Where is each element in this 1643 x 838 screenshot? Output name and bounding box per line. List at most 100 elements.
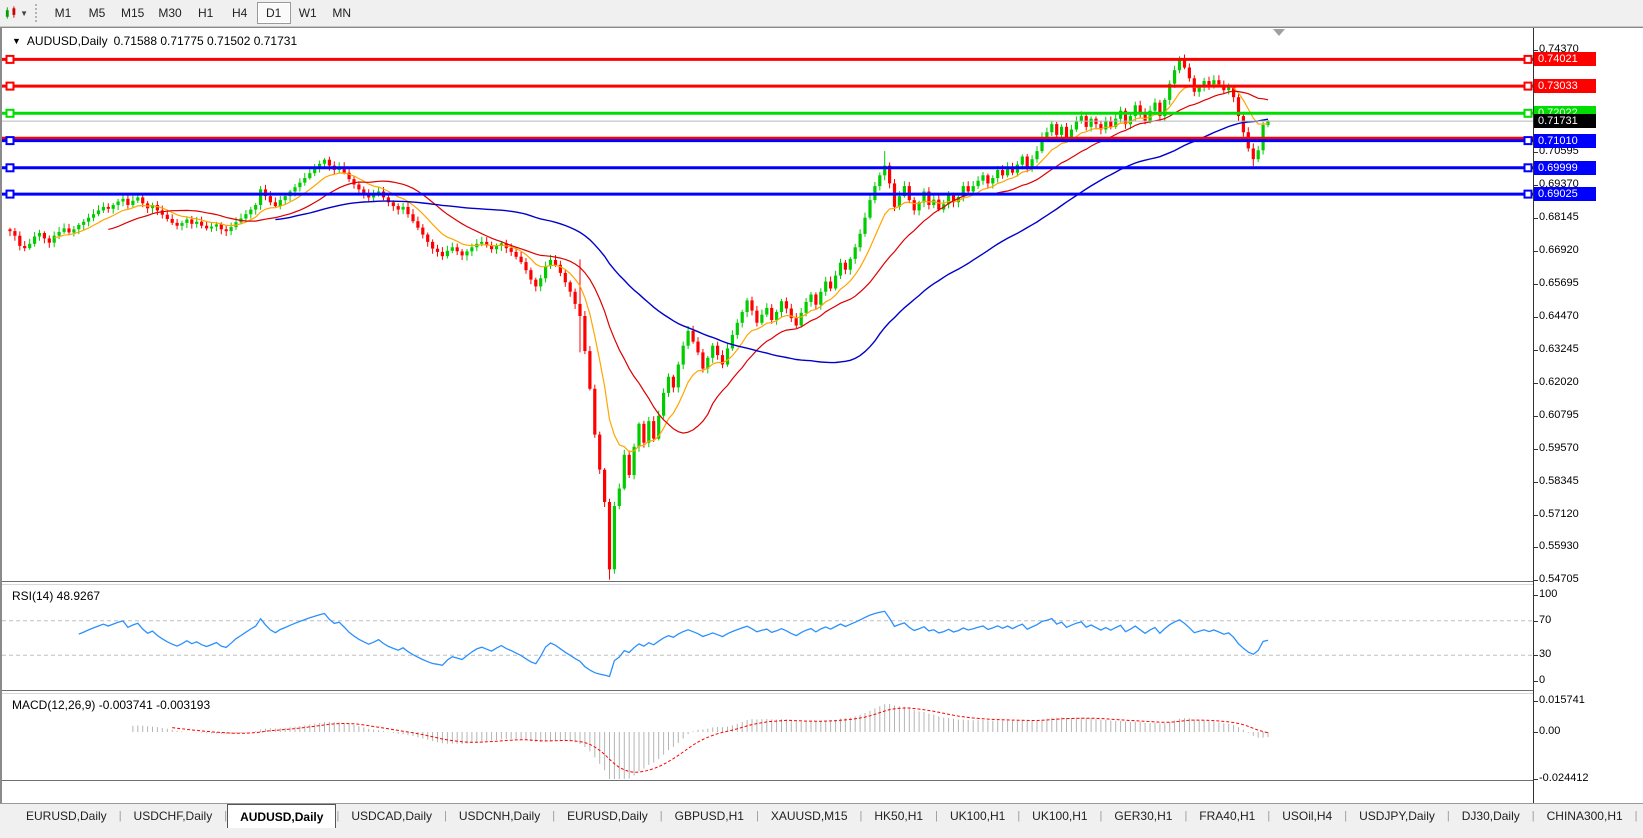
chart-tab-audusd-daily[interactable]: AUDUSD,Daily <box>227 804 337 828</box>
hline-price-badge: 0.73033 <box>1534 79 1596 93</box>
hline-handle[interactable] <box>5 163 15 173</box>
chart-tab-uk100-h1[interactable]: UK100,H1 <box>938 804 1017 828</box>
price-tick-label: 0.60795 <box>1539 409 1579 421</box>
axis-tickmark <box>1533 383 1538 384</box>
chart-tab-xauusd-m15[interactable]: XAUUSD,M15 <box>759 804 860 828</box>
timeframe-toolbar: ▼ M1 M5 M15 M30 H1 H4 D1 W1 MN <box>0 0 1643 27</box>
axis-tickmark <box>1533 185 1538 186</box>
chart-tabs: EURUSD,Daily | USDCHF,Daily | AUDUSD,Daily | U… <box>14 804 1643 828</box>
hline-handle[interactable] <box>1523 81 1533 91</box>
chart-tab-eurusd-daily[interactable]: EURUSD,Daily <box>555 804 660 828</box>
chart-type-button[interactable]: ▼ <box>3 2 29 24</box>
timeframe-button-h4[interactable]: H4 <box>223 2 257 24</box>
chart-tab-usdjpy-daily[interactable]: USDJPY,Daily <box>1347 804 1447 828</box>
axis-tickmark <box>1533 284 1538 285</box>
axis-tickmark <box>1533 595 1538 596</box>
axis-tickmark <box>1533 416 1538 417</box>
hline-price-badge: 0.69025 <box>1534 187 1596 201</box>
macd-tick-label: 0.015741 <box>1539 694 1585 706</box>
timeframe-buttons: M1 M5 M15 M30 H1 H4 D1 W1 MN <box>46 2 359 24</box>
timeframe-button-h1[interactable]: H1 <box>189 2 223 24</box>
price-tick-label: 0.62020 <box>1539 376 1579 388</box>
axis-tickmark <box>1533 779 1538 780</box>
axis-tickmark <box>1533 515 1538 516</box>
chart-shift-marker-icon[interactable] <box>1273 29 1285 36</box>
chart-tab-fra40-h1[interactable]: FRA40,H1 <box>1187 804 1267 828</box>
hline-handle[interactable] <box>1523 163 1533 173</box>
macd-chart-canvas[interactable] <box>2 694 1533 780</box>
hline-handle[interactable] <box>5 81 15 91</box>
axis-tickmark <box>1533 449 1538 450</box>
current-price-badge: 0.71731 <box>1534 114 1596 128</box>
toolbar-grip[interactable] <box>35 4 40 22</box>
hline-handle[interactable] <box>5 108 15 118</box>
chart-tab-usdcnh-daily[interactable]: USDCNH,Daily <box>447 804 552 828</box>
price-tick-label: 0.57120 <box>1539 508 1579 520</box>
rsi-chart-canvas[interactable] <box>2 585 1533 690</box>
axis-tickmark <box>1533 50 1538 51</box>
hline-handle[interactable] <box>1523 54 1533 64</box>
hline-price-badge: 0.69999 <box>1534 161 1596 175</box>
chart-tab-usoil-h[interactable]: USOil,H <box>1638 804 1643 828</box>
hline-handle[interactable] <box>5 136 15 146</box>
hline-handle[interactable] <box>5 189 15 199</box>
axis-tickmark <box>1533 701 1538 702</box>
axis-tickmark <box>1533 580 1538 581</box>
axis-tickmark <box>1533 350 1538 351</box>
chart-tab-bar: EURUSD,Daily | USDCHF,Daily | AUDUSD,Daily | U… <box>0 803 1643 828</box>
price-chart-canvas[interactable] <box>2 28 1533 581</box>
timeframe-button-m15[interactable]: M15 <box>114 2 151 24</box>
axis-tickmark <box>1533 152 1538 153</box>
chart-tab-dj30-daily[interactable]: DJ30,Daily <box>1450 804 1532 828</box>
chart-tab-usdchf-daily[interactable]: USDCHF,Daily <box>122 804 225 828</box>
chart-tab-usdcad-daily[interactable]: USDCAD,Daily <box>339 804 444 828</box>
chart-tab-usoil-h4[interactable]: USOil,H4 <box>1270 804 1344 828</box>
timeframe-button-m1[interactable]: M1 <box>46 2 80 24</box>
timeframe-button-w1[interactable]: W1 <box>291 2 325 24</box>
status-strip <box>0 828 1643 838</box>
chart-tab-china300-h1[interactable]: CHINA300,H1 <box>1535 804 1635 828</box>
slow-ma-line <box>275 118 1269 364</box>
chart-window: ▼ AUDUSD,Daily 0.71588 0.71775 0.71502 0… <box>0 27 1643 819</box>
macd-signal-line <box>172 707 1269 773</box>
chart-tab-hk50-h1[interactable]: HK50,H1 <box>862 804 935 828</box>
axis-tickmark <box>1533 218 1538 219</box>
date-axis-separator <box>2 780 1533 781</box>
axis-tickmark <box>1533 732 1538 733</box>
hline-handle[interactable] <box>1523 108 1533 118</box>
price-tick-label: 0.65695 <box>1539 277 1579 289</box>
price-tick-label: 0.63245 <box>1539 343 1579 355</box>
hline-handle[interactable] <box>5 54 15 64</box>
chart-tab-ger30-h1[interactable]: GER30,H1 <box>1102 804 1184 828</box>
price-tick-label: 0.54705 <box>1539 573 1579 585</box>
axis-tickmark <box>1533 482 1538 483</box>
timeframe-button-mn[interactable]: MN <box>325 2 359 24</box>
pane-separator[interactable] <box>2 690 1533 691</box>
price-tick-label: 0.55930 <box>1539 540 1579 552</box>
rsi-tick-label: 30 <box>1539 648 1552 660</box>
axis-tickmark <box>1533 621 1538 622</box>
chart-tab-uk100-h1[interactable]: UK100,H1 <box>1020 804 1099 828</box>
macd-tick-label: -0.024412 <box>1539 772 1589 784</box>
pane-separator[interactable] <box>2 581 1533 582</box>
rsi-tick-label: 100 <box>1539 588 1558 600</box>
hline-handle[interactable] <box>1523 189 1533 199</box>
price-tick-label: 0.68145 <box>1539 211 1579 223</box>
chart-tab-gbpusd-h1[interactable]: GBPUSD,H1 <box>663 804 756 828</box>
axis-tickmark <box>1533 547 1538 548</box>
axis-tickmark <box>1533 251 1538 252</box>
candles-icon <box>5 6 16 19</box>
timeframe-button-m5[interactable]: M5 <box>80 2 114 24</box>
macd-tick-label: 0.00 <box>1539 725 1561 737</box>
hline-handle[interactable] <box>1523 136 1533 146</box>
hline-price-badge: 0.74021 <box>1534 52 1596 66</box>
axis-tickmark <box>1533 655 1538 656</box>
price-tick-label: 0.59570 <box>1539 442 1579 454</box>
hline-price-badge: 0.71010 <box>1534 134 1596 148</box>
chart-tab-eurusd-daily[interactable]: EURUSD,Daily <box>14 804 119 828</box>
timeframe-button-d1[interactable]: D1 <box>256 2 291 24</box>
timeframe-button-m30[interactable]: M30 <box>151 2 188 24</box>
chevron-down-icon: ▼ <box>20 8 28 18</box>
axis-tickmark <box>1533 681 1538 682</box>
price-tick-label: 0.66920 <box>1539 244 1579 256</box>
